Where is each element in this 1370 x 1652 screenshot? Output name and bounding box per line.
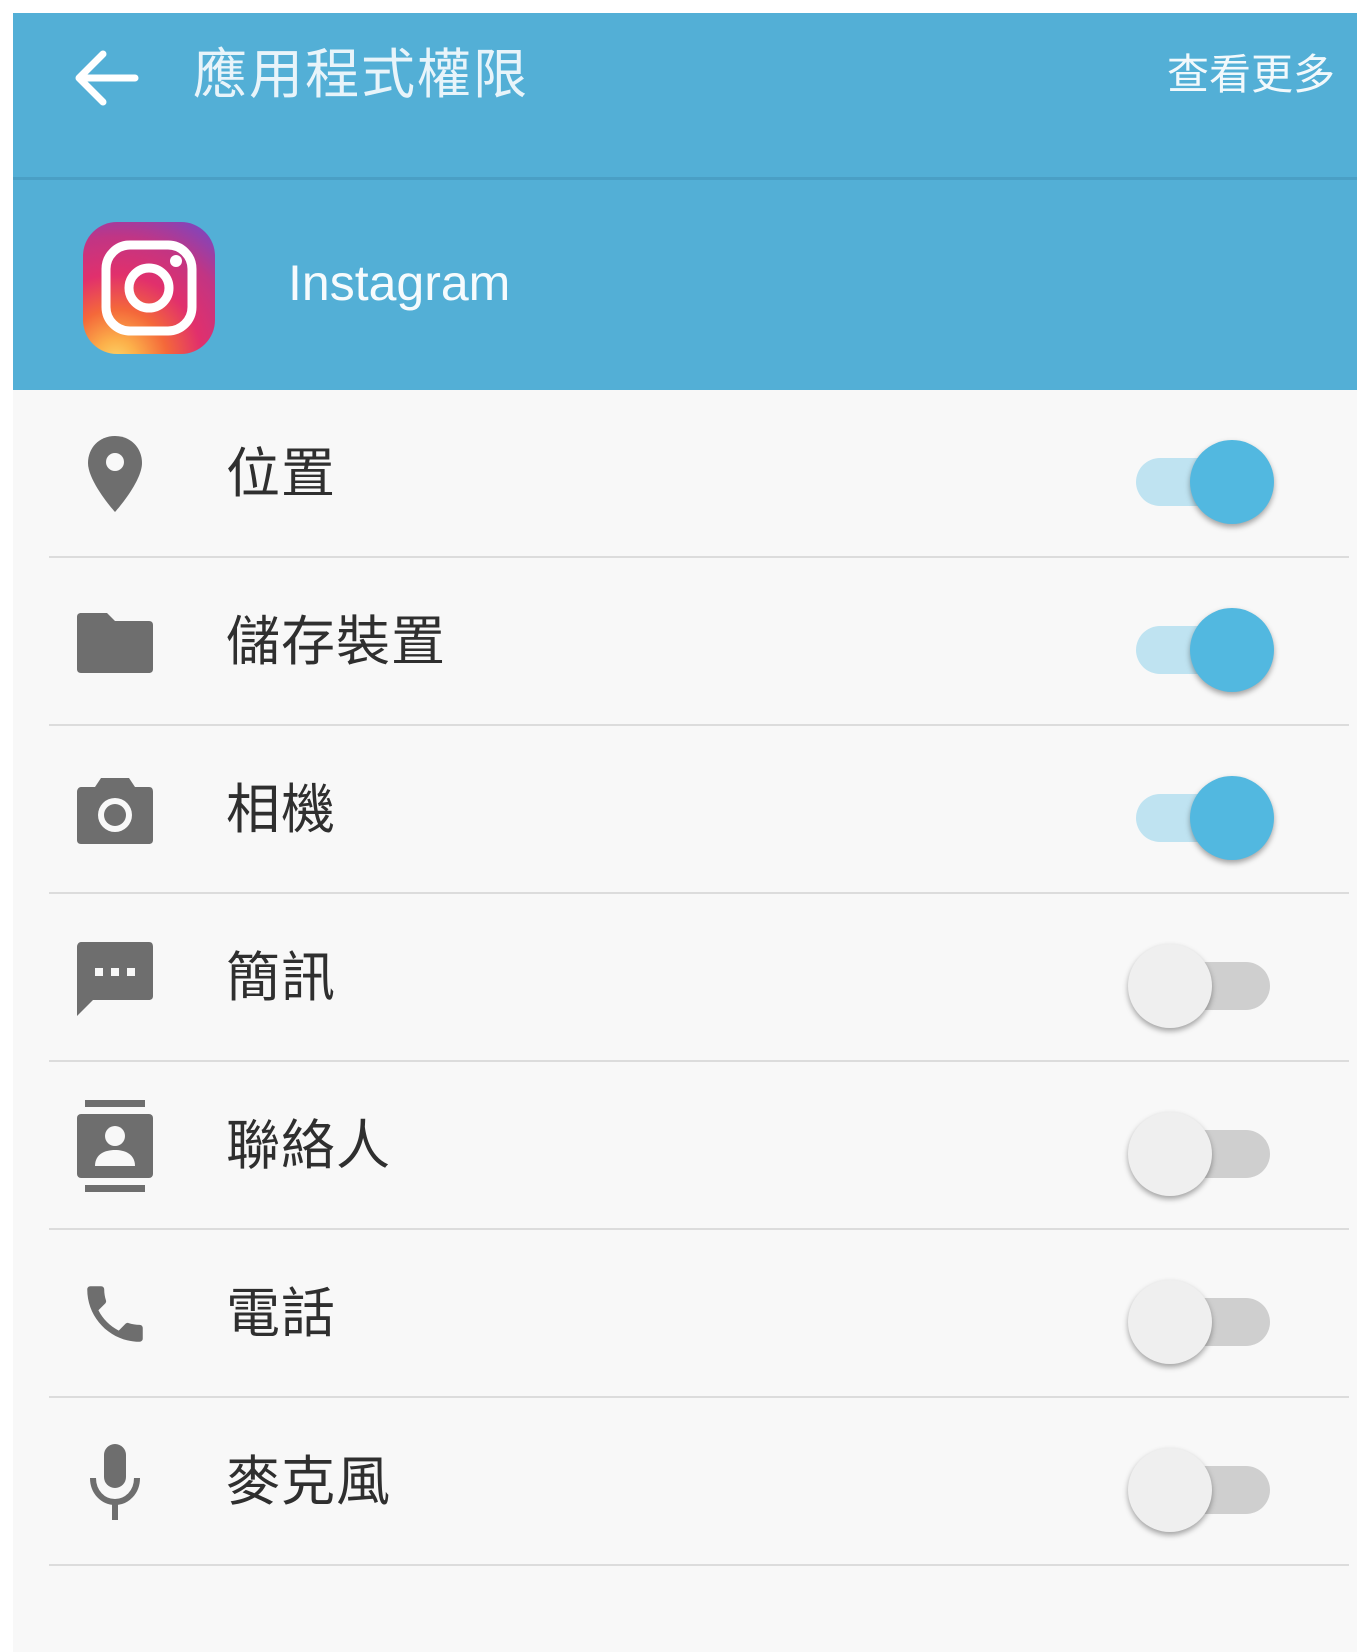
camera-icon (77, 778, 153, 844)
permission-label: 儲存裝置 (226, 610, 446, 673)
toggle-thumb (1128, 944, 1212, 1028)
permission-toggle-phone[interactable] (1128, 1270, 1278, 1364)
microphone-icon (90, 1444, 140, 1520)
permission-row-sms[interactable]: 簡訊 (13, 894, 1357, 1062)
instagram-logo-icon (83, 222, 215, 354)
row-divider (49, 1564, 1349, 1566)
permission-row-location[interactable]: 位置 (13, 390, 1357, 558)
toolbar: 應用程式權限 查看更多 (13, 13, 1357, 180)
permission-row-storage[interactable]: 儲存裝置 (13, 558, 1357, 726)
permission-toggle-storage[interactable] (1128, 598, 1278, 692)
permission-toggle-camera[interactable] (1128, 766, 1278, 860)
toggle-thumb (1128, 1280, 1212, 1364)
page-title: 應用程式權限 (193, 43, 529, 106)
permission-row-camera[interactable]: 相機 (13, 726, 1357, 894)
app-permissions-screen: 應用程式權限 查看更多 Instagram 位置 儲存裝置 相機 簡訊 聯絡人 … (13, 13, 1357, 1652)
contacts-icon (77, 1100, 153, 1192)
back-button[interactable] (61, 33, 151, 123)
permission-label: 位置 (226, 442, 336, 505)
toggle-thumb (1190, 776, 1274, 860)
app-name: Instagram (288, 255, 511, 311)
permission-toggle-microphone[interactable] (1128, 1438, 1278, 1532)
phone-icon (87, 1286, 143, 1342)
location-pin-icon (88, 436, 142, 512)
permission-label: 麥克風 (226, 1450, 391, 1513)
permission-list: 位置 儲存裝置 相機 簡訊 聯絡人 電話 麥克風 (13, 390, 1357, 1566)
permission-label: 相機 (226, 778, 336, 841)
permission-label: 電話 (226, 1282, 336, 1345)
toggle-thumb (1128, 1112, 1212, 1196)
view-more-button[interactable]: 查看更多 (1167, 45, 1335, 105)
toggle-thumb (1190, 440, 1274, 524)
permission-toggle-sms[interactable] (1128, 934, 1278, 1028)
permission-toggle-location[interactable] (1128, 430, 1278, 524)
permission-row-contacts[interactable]: 聯絡人 (13, 1062, 1357, 1230)
sms-icon (77, 942, 153, 1016)
permission-row-phone[interactable]: 電話 (13, 1230, 1357, 1398)
app-header: Instagram (13, 180, 1357, 390)
permission-toggle-contacts[interactable] (1128, 1102, 1278, 1196)
toggle-thumb (1128, 1448, 1212, 1532)
arrow-left-icon (75, 50, 139, 106)
permission-label: 簡訊 (226, 946, 336, 1009)
permission-label: 聯絡人 (226, 1114, 391, 1177)
toggle-thumb (1190, 608, 1274, 692)
folder-icon (77, 613, 153, 673)
permission-row-microphone[interactable]: 麥克風 (13, 1398, 1357, 1566)
